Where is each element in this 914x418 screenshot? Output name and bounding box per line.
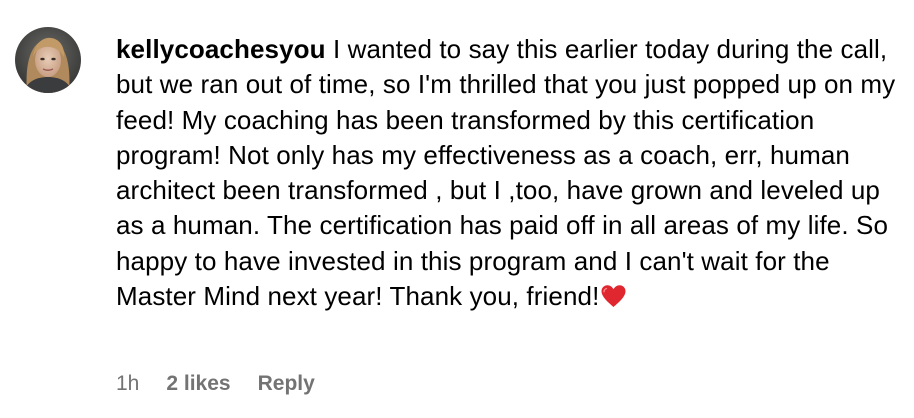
heart-icon xyxy=(601,285,626,308)
avatar-photo xyxy=(15,27,81,93)
username-link[interactable]: kellycoachesyou xyxy=(116,34,326,64)
comment-message: I wanted to say this earlier today durin… xyxy=(116,34,896,312)
comment-text: kellycoachesyou I wanted to say this ear… xyxy=(116,32,906,314)
comment-meta: 1h 2 likes Reply xyxy=(116,372,315,396)
likes-count-button[interactable]: 2 likes xyxy=(166,372,230,396)
comment-body: kellycoachesyou I wanted to say this ear… xyxy=(116,32,906,314)
comment-timestamp: 1h xyxy=(116,372,140,395)
reply-button[interactable]: Reply xyxy=(258,372,315,396)
avatar[interactable] xyxy=(15,27,81,93)
comment: kellycoachesyou I wanted to say this ear… xyxy=(0,0,914,418)
